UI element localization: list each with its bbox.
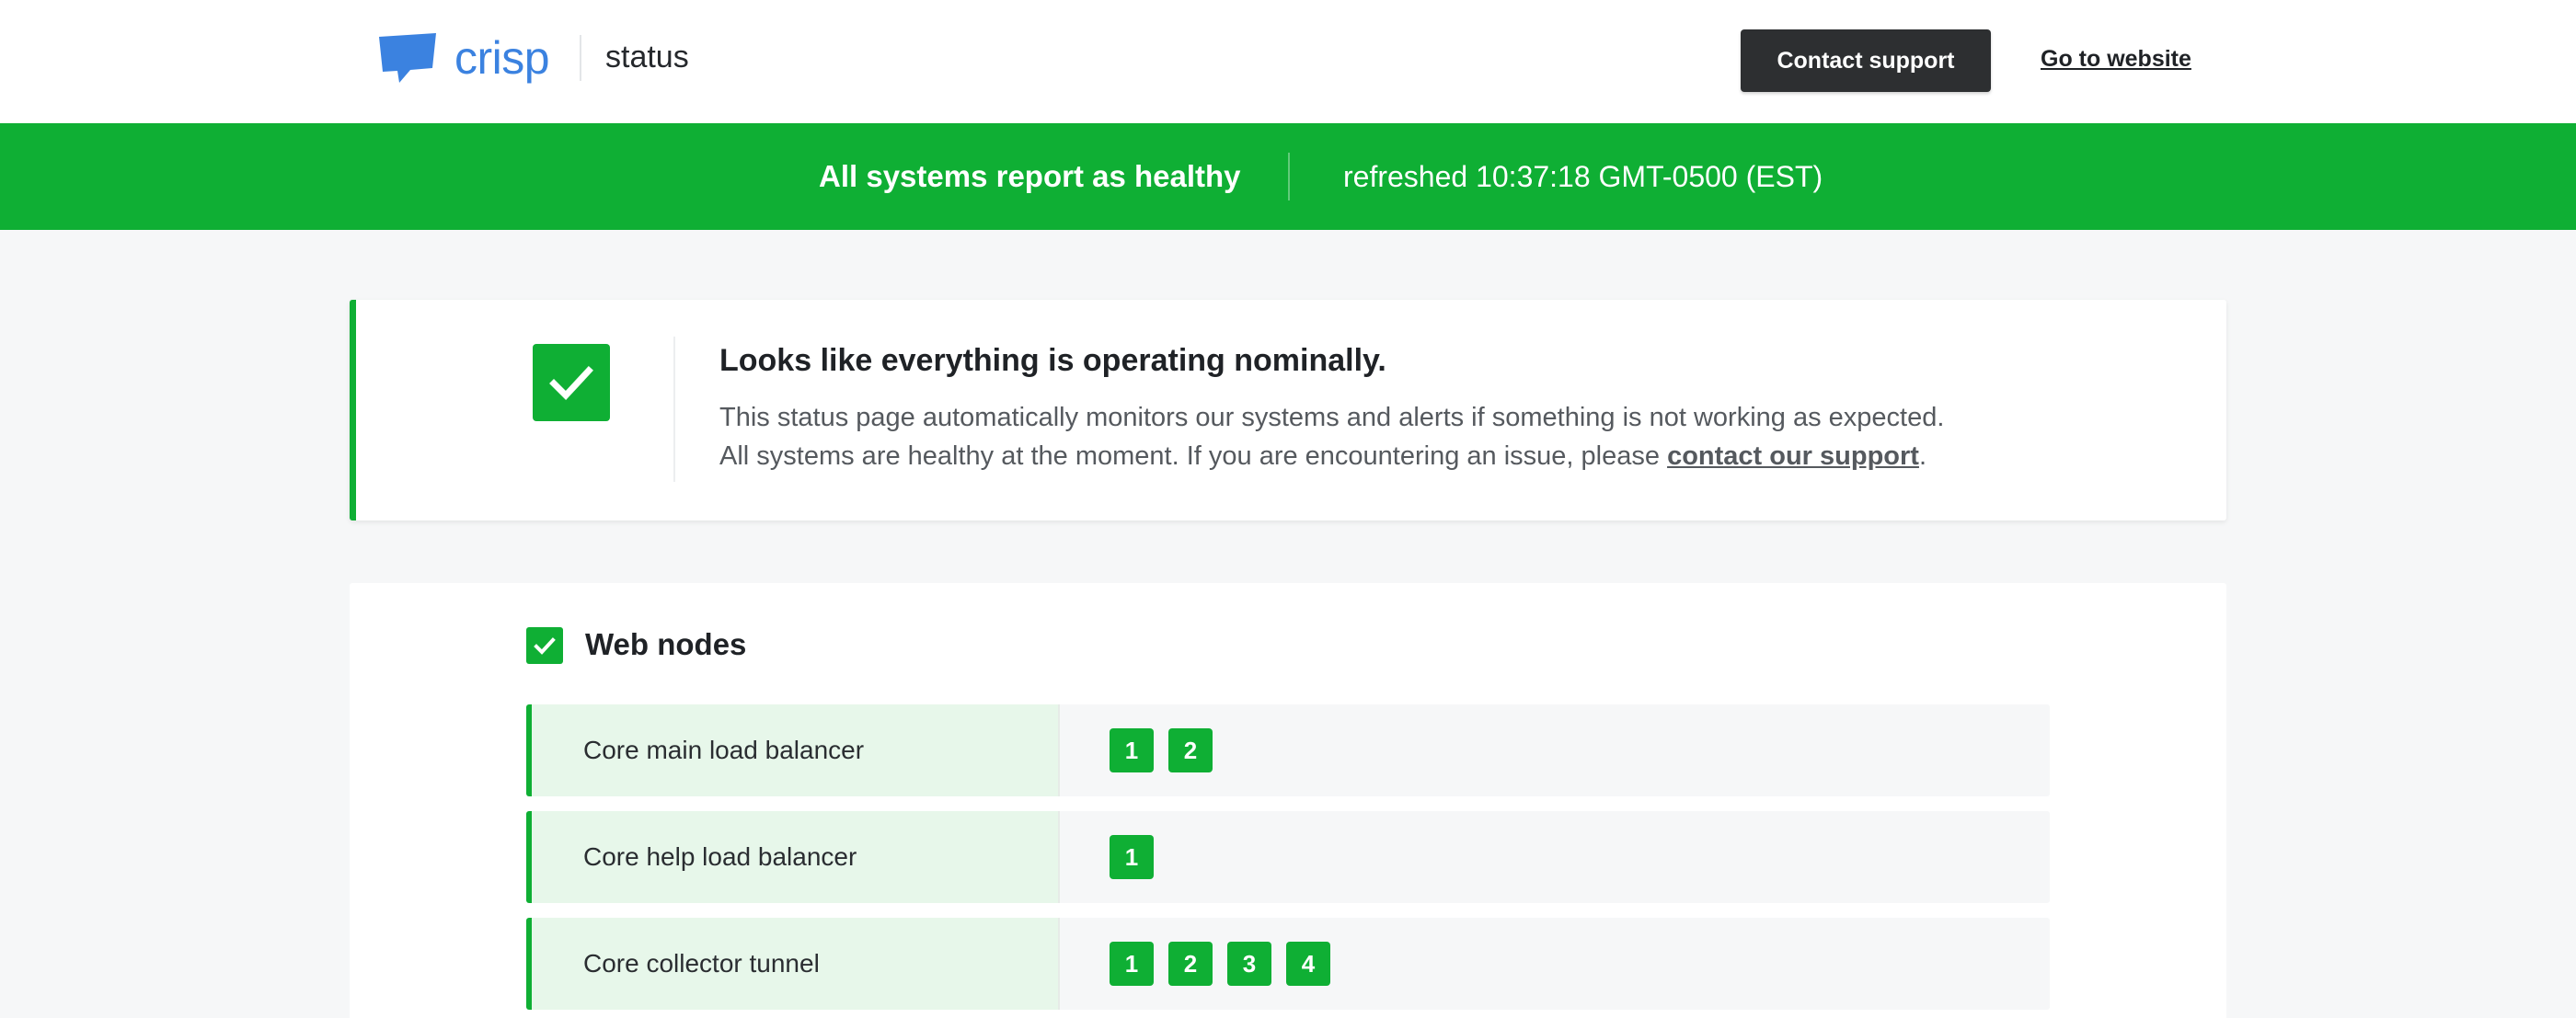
node-badge[interactable]: 2 bbox=[1168, 728, 1213, 772]
chat-bubble-logo-icon bbox=[379, 33, 436, 83]
summary-title: Looks like everything is operating nomin… bbox=[719, 343, 1386, 378]
banner-title: All systems report as healthy bbox=[819, 159, 1241, 193]
service-label: Core help load balancer bbox=[526, 811, 1060, 903]
summary-description: This status page automatically monitors … bbox=[719, 403, 1945, 432]
node-list: 1 2 bbox=[1110, 728, 1213, 772]
contact-support-button[interactable]: Contact support bbox=[1741, 29, 1991, 92]
service-row: Core collector tunnel 1 2 3 4 bbox=[526, 918, 2050, 1010]
summary-card: Looks like everything is operating nomin… bbox=[350, 300, 2226, 520]
logo-subtitle: status bbox=[605, 40, 689, 74]
node-list: 1 bbox=[1110, 835, 1154, 879]
contact-our-support-link[interactable]: contact our support bbox=[1667, 441, 1919, 471]
summary-help-text: All systems are healthy at the moment. I… bbox=[719, 441, 1927, 471]
service-label: Core main load balancer bbox=[526, 704, 1060, 796]
service-row: Core main load balancer 1 2 bbox=[526, 704, 2050, 796]
node-badge[interactable]: 1 bbox=[1110, 835, 1154, 879]
banner-divider bbox=[1288, 153, 1290, 200]
service-row: Core help load balancer 1 bbox=[526, 811, 2050, 903]
refresh-timestamp: refreshed 10:37:18 GMT-0500 (EST) bbox=[1343, 160, 1823, 193]
check-icon bbox=[526, 627, 563, 664]
node-badge[interactable]: 1 bbox=[1110, 942, 1154, 986]
node-badge[interactable]: 1 bbox=[1110, 728, 1154, 772]
summary-divider bbox=[673, 337, 675, 482]
node-badge[interactable]: 3 bbox=[1227, 942, 1271, 986]
logo-divider bbox=[580, 35, 581, 81]
status-banner: All systems report as healthy refreshed … bbox=[0, 123, 2576, 230]
node-list: 1 2 3 4 bbox=[1110, 942, 1330, 986]
logo-text: crisp bbox=[454, 32, 550, 84]
go-to-website-link[interactable]: Go to website bbox=[2041, 42, 2191, 75]
crisp-logo[interactable]: crisp bbox=[375, 28, 550, 88]
check-icon bbox=[533, 344, 610, 421]
web-nodes-section: Web nodes Core main load balancer 1 2 Co… bbox=[350, 583, 2226, 1018]
service-label: Core collector tunnel bbox=[526, 918, 1060, 1010]
node-badge[interactable]: 2 bbox=[1168, 942, 1213, 986]
section-title: Web nodes bbox=[585, 627, 747, 661]
header: crisp status Contact support Go to websi… bbox=[0, 0, 2576, 123]
node-badge[interactable]: 4 bbox=[1286, 942, 1330, 986]
